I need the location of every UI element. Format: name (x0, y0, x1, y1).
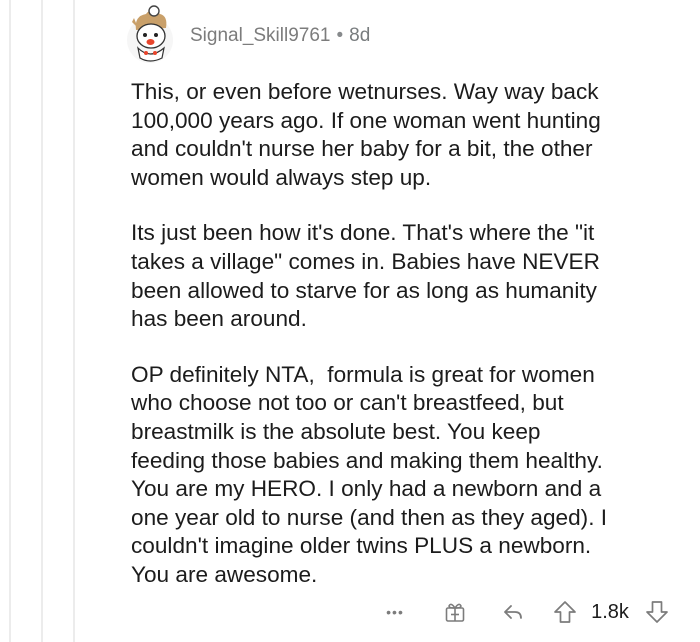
comment-line: couldn't imagine older twins PLUS a newb… (131, 533, 592, 559)
author-name[interactable]: Signal_Skill9761 (190, 25, 331, 46)
comment-line: one year old to nurse (and then as they … (131, 504, 608, 530)
thread-line-3[interactable] (73, 0, 75, 642)
comment-line: been allowed to starve for as long as hu… (131, 277, 597, 303)
reply-button[interactable] (498, 596, 528, 628)
more-button[interactable]: ••• (378, 596, 412, 628)
thread-line-1[interactable] (9, 0, 11, 642)
downvote-button[interactable] (642, 596, 672, 628)
comment-line: You are awesome. (131, 561, 318, 587)
meta-separator: • (336, 25, 344, 46)
comment-line: women would always step up. (131, 164, 432, 190)
comment-line: feeding those babies and making them hea… (131, 447, 603, 473)
avatar-image (127, 5, 173, 63)
upvote-icon (554, 601, 576, 623)
upvote-button[interactable] (550, 596, 580, 628)
comment-line: has been around. (131, 306, 307, 332)
downvote-icon (646, 601, 668, 623)
comment-line: You are my HERO. I only had a newborn an… (131, 476, 602, 502)
comment-line: 100,000 years ago. If one woman went hun… (131, 107, 601, 133)
comment-meta: Signal_Skill9761 • 8d (190, 25, 370, 47)
comment-paragraph: Its just been how it's done. That's wher… (131, 219, 671, 333)
comment-line: OP definitely NTA, formula is great for … (131, 361, 595, 387)
comment-paragraph: OP definitely NTA, formula is great for … (131, 361, 671, 590)
comment-line: Its just been how it's done. That's wher… (131, 220, 595, 246)
comment-line: breastmilk is the absolute best. You kee… (131, 418, 541, 444)
vote-score: 1.8k (591, 600, 629, 623)
comment-body: This, or even before wetnurses. Way way … (131, 78, 671, 617)
comment-line: This, or even before wetnurses. Way way … (131, 79, 599, 104)
comment-action-bar: ••• 1.8k (370, 596, 690, 628)
comment-age: 8d (349, 25, 371, 46)
award-icon (445, 603, 465, 622)
comment-line: and couldn't nurse her baby for a bit, t… (131, 136, 593, 162)
award-button[interactable] (440, 596, 470, 628)
comment-line: who choose not too or can't breastfeed, … (131, 390, 564, 416)
comment-line: takes a village" comes in. Babies have N… (131, 248, 600, 274)
avatar[interactable] (122, 4, 178, 66)
thread-line-2[interactable] (41, 0, 43, 642)
reply-icon (504, 605, 522, 619)
comment-paragraph: This, or even before wetnurses. Way way … (131, 78, 671, 192)
more-icon: ••• (386, 604, 404, 620)
